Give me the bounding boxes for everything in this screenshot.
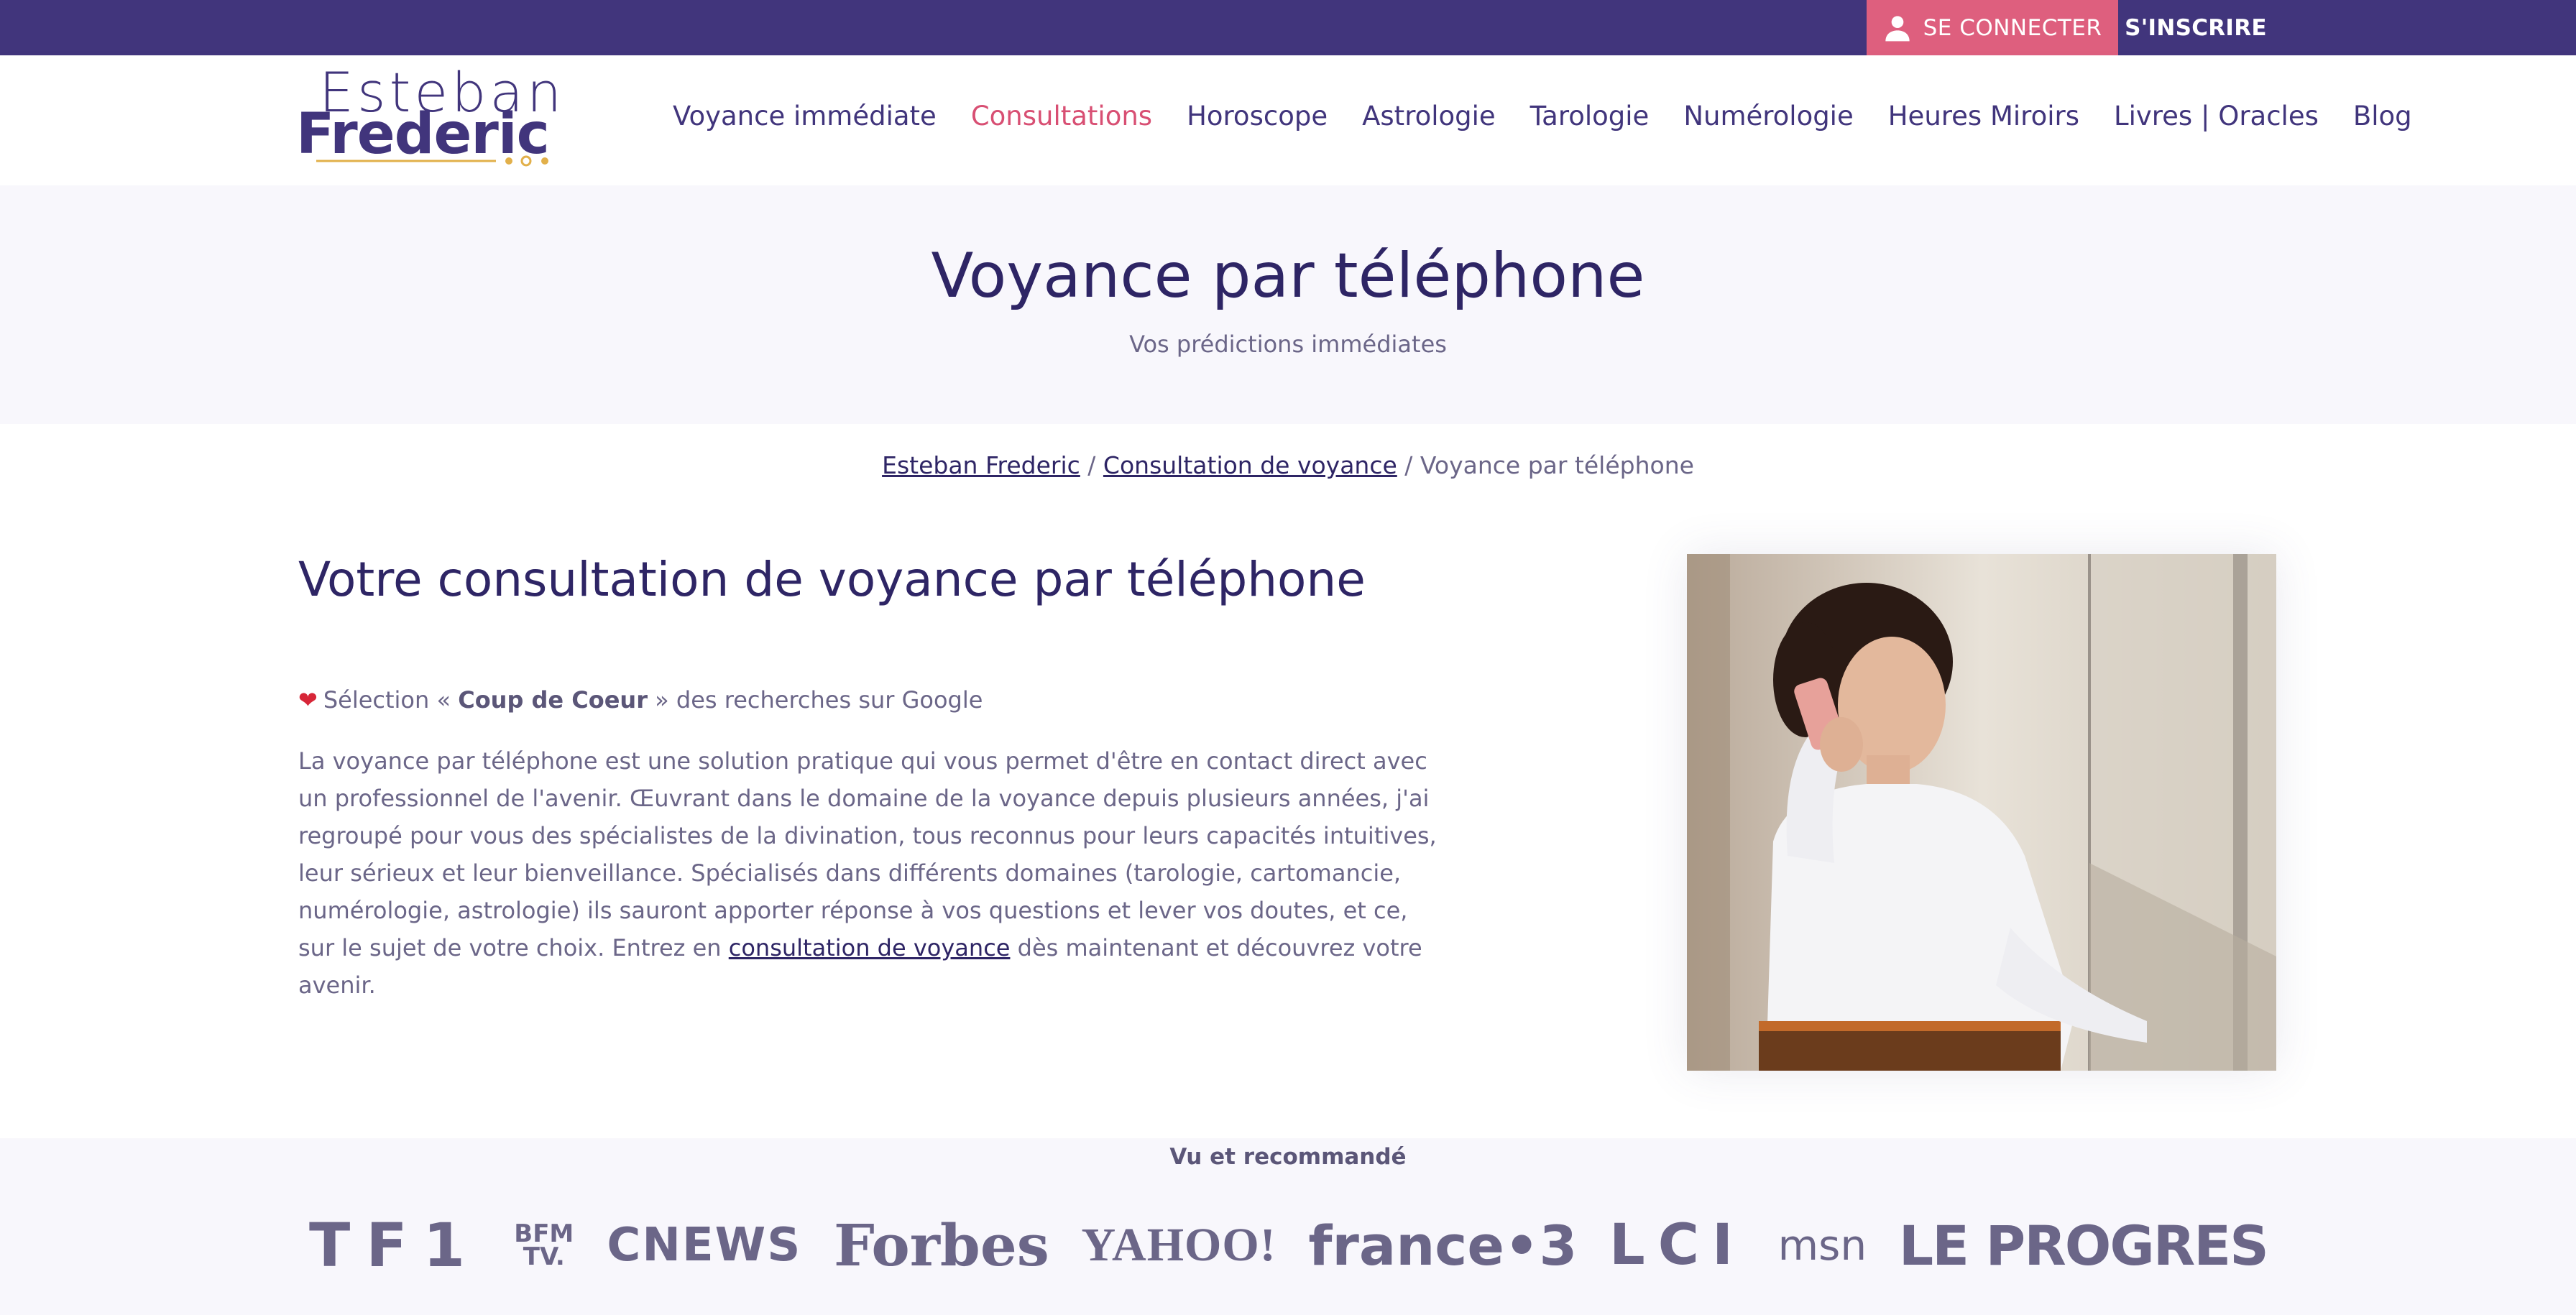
breadcrumb-current: Voyance par téléphone — [1420, 451, 1694, 479]
nav-item-numerologie[interactable]: Numérologie — [1683, 101, 1853, 132]
google-pick-line: ❤ Sélection « Coup de Coeur » des recherc… — [298, 686, 983, 714]
nav-item-livres-oracles[interactable]: Livres | Oracles — [2114, 101, 2319, 132]
bfmtv-logo: BFM TV. — [514, 1219, 574, 1271]
pick-prefix: Sélection « — [323, 686, 459, 714]
lci-logo: LCI — [1609, 1213, 1746, 1278]
press-logos: TF1 BFM TV. CNEWS Forbes YAHOO! france•3… — [309, 1210, 2269, 1281]
nav-item-consultations[interactable]: Consultations — [971, 101, 1152, 132]
consultation-link[interactable]: consultation de voyance — [729, 934, 1011, 961]
signup-button[interactable]: S'INSCRIRE — [2118, 0, 2273, 55]
logo-underline-icon — [316, 155, 548, 167]
photo-illustration — [1687, 554, 2276, 1071]
page-subtitle: Vos prédictions immédiates — [1129, 331, 1447, 358]
msn-logo: msn — [1777, 1221, 1867, 1270]
breadcrumb-section-link[interactable]: Consultation de voyance — [1103, 451, 1397, 479]
nav-item-horoscope[interactable]: Horoscope — [1187, 101, 1328, 132]
paragraph-text: La voyance par téléphone est une solutio… — [298, 747, 1437, 961]
woman-on-phone-photo — [1687, 554, 2276, 1071]
pick-suffix: » des recherches sur Google — [647, 686, 983, 714]
nav-item-voyance-immediate[interactable]: Voyance immédiate — [673, 101, 937, 132]
pick-bold: Coup de Coeur — [458, 686, 648, 714]
login-button[interactable]: SE CONNECTER — [1867, 0, 2118, 55]
nav-item-heures-miroirs[interactable]: Heures Miroirs — [1888, 101, 2079, 132]
login-label: SE CONNECTER — [1923, 14, 2102, 41]
yahoo-logo: YAHOO! — [1081, 1219, 1276, 1271]
page-title: Voyance par téléphone — [931, 240, 1645, 312]
breadcrumb: Esteban Frederic / Consultation de voyan… — [0, 451, 2576, 479]
breadcrumb-separator: / — [1080, 451, 1103, 479]
nav-item-astrologie[interactable]: Astrologie — [1362, 101, 1496, 132]
press-title: Vu et recommandé — [1169, 1144, 1407, 1170]
main-nav: Voyance immédiate Consultations Horoscop… — [673, 101, 2412, 132]
breadcrumb-home-link[interactable]: Esteban Frederic — [882, 451, 1080, 479]
leprogres-logo: LE PROGRES — [1898, 1213, 2269, 1278]
heart-icon: ❤ — [298, 686, 318, 714]
forbes-logo: Forbes — [834, 1212, 1049, 1279]
intro-paragraph: La voyance par téléphone est une solutio… — [298, 742, 1441, 1004]
tf1-logo: TF1 — [309, 1210, 482, 1281]
nav-item-blog[interactable]: Blog — [2353, 101, 2412, 132]
breadcrumb-separator: / — [1397, 451, 1420, 479]
section-heading: Votre consultation de voyance par téléph… — [298, 552, 1366, 607]
nav-item-tarologie[interactable]: Tarologie — [1530, 101, 1650, 132]
cnews-logo: CNEWS — [607, 1219, 802, 1272]
user-icon — [1885, 15, 1910, 41]
france3-logo: france•3 — [1308, 1213, 1578, 1278]
